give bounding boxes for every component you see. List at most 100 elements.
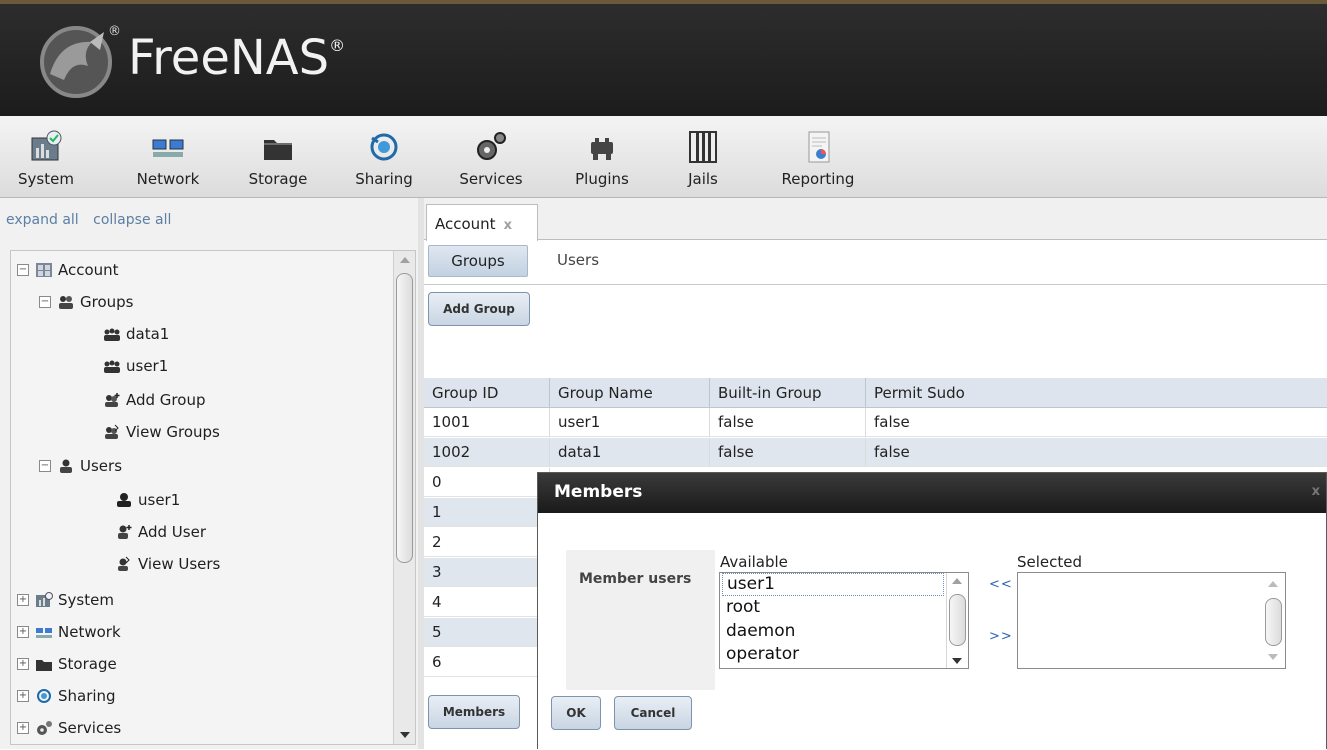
expand-toggle-icon[interactable]: + xyxy=(17,690,29,702)
selected-list-scrollbar[interactable] xyxy=(1263,573,1285,668)
tree-item-account[interactable]: − Account xyxy=(17,255,119,285)
tree-item-view-groups[interactable]: View Groups xyxy=(103,417,220,447)
brand-title: FreeNAS® xyxy=(128,30,346,86)
toolbar-reporting[interactable]: Reporting xyxy=(770,116,866,198)
tree-item-user-user1[interactable]: user1 xyxy=(115,485,180,515)
subtab-users[interactable]: Users xyxy=(557,251,599,269)
tree-item-add-user[interactable]: Add User xyxy=(115,517,206,547)
scroll-down-icon[interactable] xyxy=(952,658,962,664)
reporting-icon xyxy=(808,131,830,163)
tree-item-storage[interactable]: + Storage xyxy=(17,649,117,679)
scroll-up-icon[interactable] xyxy=(1268,581,1278,587)
available-option[interactable]: daemon xyxy=(726,620,795,643)
groups-icon xyxy=(59,296,73,309)
network-icon xyxy=(152,139,184,157)
tree-item-users[interactable]: − Users xyxy=(39,451,122,481)
toolbar-system[interactable]: System xyxy=(0,116,92,198)
ok-button[interactable]: OK xyxy=(551,696,601,730)
group-icon xyxy=(104,360,120,373)
plugins-icon xyxy=(591,138,613,160)
tree-item-system[interactable]: + System xyxy=(17,585,114,615)
network-icon xyxy=(36,628,52,638)
scroll-thumb[interactable] xyxy=(396,273,413,563)
expand-all-link[interactable]: expand all xyxy=(6,212,79,228)
tree-item-group-data1[interactable]: data1 xyxy=(103,319,169,349)
scroll-thumb[interactable] xyxy=(1265,598,1282,646)
scroll-up-icon[interactable] xyxy=(400,257,410,263)
toolbar-network[interactable]: Network xyxy=(122,116,214,198)
collapse-all-link[interactable]: collapse all xyxy=(93,212,171,228)
tree-item-group-user1[interactable]: user1 xyxy=(103,351,168,381)
account-subtabs: Groups Users xyxy=(424,241,1327,285)
registered-mark: ® xyxy=(108,24,121,39)
toolbar-sharing[interactable]: Sharing xyxy=(347,116,421,198)
expand-toggle-icon[interactable]: + xyxy=(17,658,29,670)
tree-item-view-users[interactable]: View Users xyxy=(115,549,220,579)
storage-icon xyxy=(264,140,292,160)
tree-item-network[interactable]: + Network xyxy=(17,617,121,647)
available-option[interactable]: user1 xyxy=(722,573,944,596)
close-dialog-icon[interactable]: x xyxy=(1312,484,1320,499)
collapse-toggle-icon[interactable]: − xyxy=(17,264,29,276)
cancel-button[interactable]: Cancel xyxy=(614,696,692,730)
dialog-body: Member users Available user1 root daemon… xyxy=(538,513,1326,750)
tree-item-sharing[interactable]: + Sharing xyxy=(17,681,116,711)
toolbar-storage[interactable]: Storage xyxy=(236,116,320,198)
view-users-icon xyxy=(118,556,130,571)
sharing-icon xyxy=(37,689,51,703)
tree-scrollbar[interactable] xyxy=(393,251,415,744)
system-icon xyxy=(31,130,62,161)
scroll-thumb[interactable] xyxy=(949,594,966,646)
available-list-scrollbar[interactable] xyxy=(946,573,968,668)
available-option[interactable]: root xyxy=(726,596,760,619)
table-row[interactable]: 1002 data1 false false xyxy=(424,438,1327,467)
app-header: ® FreeNAS® xyxy=(0,0,1327,116)
members-button[interactable]: Members xyxy=(428,695,520,729)
tab-strip: Account x xyxy=(424,198,1327,241)
dialog-title: Members x xyxy=(538,473,1326,513)
toolbar-plugins[interactable]: Plugins xyxy=(562,116,642,198)
toolbar-jails[interactable]: Jails xyxy=(676,116,730,198)
expand-collapse-links: expand all collapse all xyxy=(6,212,181,228)
sidebar: expand all collapse all − Account − Grou… xyxy=(0,198,418,749)
members-dialog: Members x Member users Available user1 r… xyxy=(537,472,1327,750)
scroll-down-icon[interactable] xyxy=(1268,654,1278,660)
storage-icon xyxy=(36,660,52,671)
column-header-group-id[interactable]: Group ID xyxy=(424,378,550,408)
scroll-up-icon[interactable] xyxy=(952,578,962,584)
add-user-icon xyxy=(118,525,132,539)
expand-toggle-icon[interactable]: + xyxy=(17,722,29,734)
tab-account[interactable]: Account x xyxy=(426,204,538,241)
column-header-permit-sudo[interactable]: Permit Sudo xyxy=(866,378,1327,408)
available-option[interactable]: operator xyxy=(726,643,799,666)
tree-item-services[interactable]: + Services xyxy=(17,713,121,743)
subtab-groups[interactable]: Groups xyxy=(428,245,528,277)
member-users-label: Member users xyxy=(579,571,692,587)
available-title: Available xyxy=(720,553,788,571)
scroll-down-icon[interactable] xyxy=(400,732,410,738)
system-icon xyxy=(36,592,53,607)
selected-users-list[interactable] xyxy=(1017,572,1286,669)
move-left-button[interactable]: << xyxy=(989,577,1013,592)
expand-toggle-icon[interactable]: + xyxy=(17,594,29,606)
collapse-toggle-icon[interactable]: − xyxy=(39,460,51,472)
move-right-button[interactable]: >> xyxy=(989,629,1013,644)
table-row[interactable]: 1001 user1 false false xyxy=(424,408,1327,437)
jails-icon xyxy=(689,131,717,163)
user-icon xyxy=(117,493,131,507)
collapse-toggle-icon[interactable]: − xyxy=(39,296,51,308)
toolbar-services[interactable]: Services xyxy=(446,116,536,198)
close-tab-icon[interactable]: x xyxy=(504,218,512,233)
column-header-built-in-group[interactable]: Built-in Group xyxy=(710,378,866,408)
services-icon xyxy=(37,721,52,735)
add-group-icon xyxy=(105,393,120,407)
available-users-list[interactable]: user1 root daemon operator xyxy=(719,572,969,669)
account-icon xyxy=(36,263,52,277)
add-group-button[interactable]: Add Group xyxy=(428,292,530,326)
group-icon xyxy=(104,328,120,341)
tree-item-add-group[interactable]: Add Group xyxy=(103,385,205,415)
tree-item-groups[interactable]: − Groups xyxy=(39,287,133,317)
expand-toggle-icon[interactable]: + xyxy=(17,626,29,638)
column-header-group-name[interactable]: Group Name xyxy=(550,378,710,408)
view-groups-icon xyxy=(105,424,119,439)
